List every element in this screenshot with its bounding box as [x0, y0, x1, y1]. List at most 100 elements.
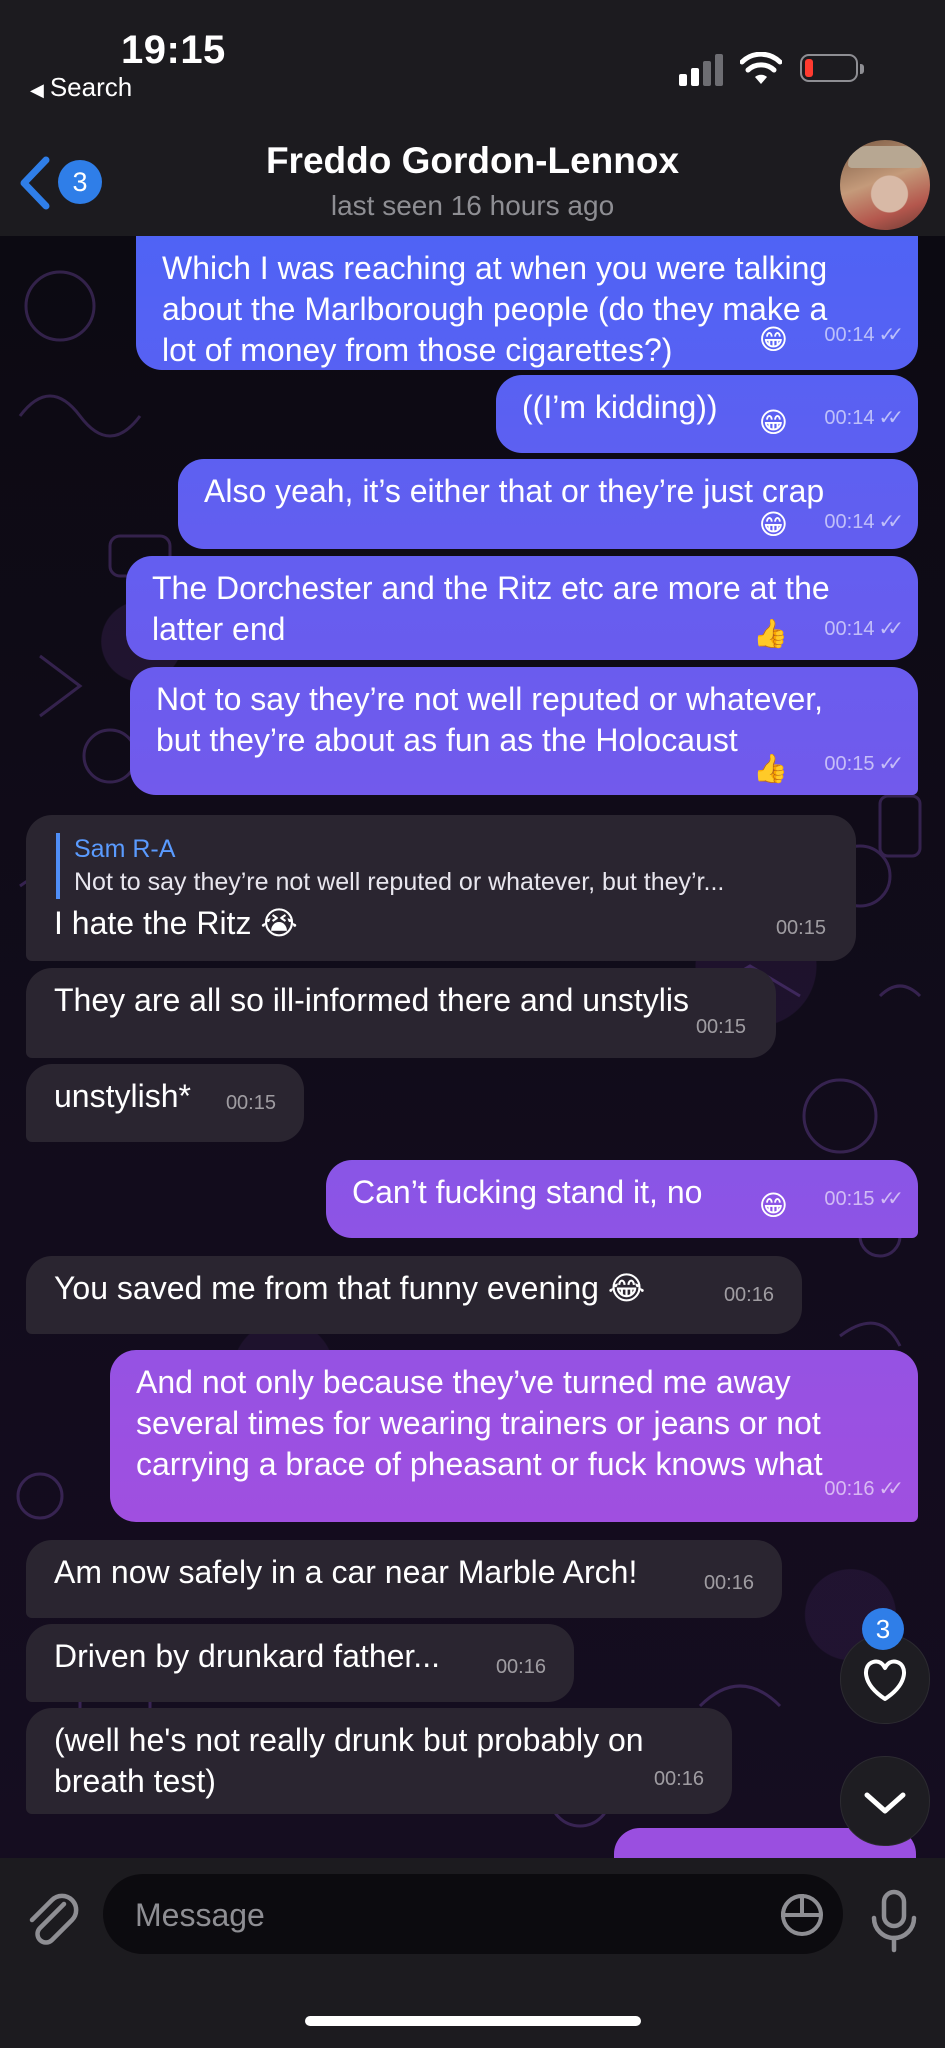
cellular-signal-icon [679, 52, 725, 86]
read-receipt-icon: ✓✓ [878, 511, 903, 533]
message-meta: 00:14 ✓✓ [824, 315, 903, 356]
message-meta: 00:16 [654, 1759, 704, 1800]
message-meta: 00:14 ✓✓ [824, 502, 903, 543]
message-line: ((I’m kidding)) [522, 389, 718, 425]
message-text: ((I’m kidding)) [522, 387, 718, 428]
read-receipt-icon: ✓✓ [878, 618, 903, 640]
incoming-message[interactable]: You saved me from that funny evening 😂 00… [26, 1256, 802, 1334]
message-time: 00:16 [495, 1656, 546, 1678]
message-line: Also yeah, it’s either that or they’re j… [204, 473, 825, 509]
message-reaction[interactable]: 👍 [753, 613, 788, 654]
home-indicator [305, 2016, 641, 2026]
incoming-message[interactable]: unstylish* 00:15 [26, 1064, 304, 1142]
message-meta: 00:15 [226, 1083, 276, 1124]
incoming-message[interactable]: Sam R-A Not to say they’re not well reput… [26, 815, 856, 961]
message-time: 00:16 [653, 1768, 704, 1790]
paperclip-icon[interactable] [24, 1890, 80, 1950]
read-receipt-icon: ✓✓ [878, 753, 903, 775]
message-text: Driven by drunkard father... [54, 1636, 440, 1677]
message-reaction[interactable]: 😁 [759, 319, 788, 360]
back-triangle-icon: ◀ [30, 80, 44, 100]
contact-avatar[interactable] [840, 140, 930, 230]
battery-icon [800, 54, 864, 82]
message-line: Can’t fucking stand it, no [352, 1174, 703, 1210]
message-input[interactable] [133, 1874, 737, 1956]
message-text: Can’t fucking stand it, no [352, 1172, 702, 1213]
message-line: Which I was reaching at when you were ta… [162, 250, 828, 286]
message-text: Not to say they’re not well reputed or w… [156, 679, 823, 761]
message-line: You saved me from that funny evening 😂 [54, 1270, 646, 1306]
message-time: 00:15 [695, 1016, 746, 1038]
message-reaction[interactable]: 😁 [759, 402, 788, 443]
message-meta: 00:14 ✓✓ [824, 609, 903, 650]
message-time: 00:16 [824, 1478, 875, 1500]
input-bar [0, 1858, 945, 2048]
outgoing-message[interactable]: Which I was reaching at when you were ta… [136, 236, 918, 370]
message-time: 00:15 [775, 917, 826, 939]
message-line: Am now safely in a car near Marble Arch! [54, 1554, 638, 1590]
message-time: 00:14 [824, 618, 875, 640]
message-time: 00:14 [824, 407, 875, 429]
message-time: 00:15 [824, 1188, 875, 1210]
message-text: The Dorchester and the Ritz etc are more… [152, 568, 830, 650]
message-line: about the Marlborough people (do they ma… [162, 291, 828, 327]
status-back-link[interactable]: ◀ Search [30, 72, 132, 103]
message-line: The Dorchester and the Ritz etc are more… [152, 570, 830, 606]
outgoing-message[interactable]: Not to say they’re not well reputed or w… [130, 667, 918, 795]
message-time: 00:14 [824, 324, 875, 346]
message-time: 00:14 [824, 511, 875, 533]
outgoing-message[interactable]: And not only because they’ve turned me a… [110, 1350, 918, 1522]
message-text: Which I was reaching at when you were ta… [162, 248, 827, 371]
contact-name[interactable]: Freddo Gordon-Lennox [0, 140, 945, 182]
message-line: I hate the Ritz 😭 [54, 905, 298, 941]
reactions-count-badge: 3 [862, 1608, 904, 1650]
message-meta: 00:16 [496, 1647, 546, 1688]
outgoing-message[interactable]: Can’t fucking stand it, no 😁 00:15 ✓✓ [326, 1160, 918, 1238]
outgoing-message[interactable]: The Dorchester and the Ritz etc are more… [126, 556, 918, 660]
message-reaction[interactable]: 👍 [753, 748, 788, 789]
message-line: They are all so ill-informed there and u… [54, 982, 689, 1018]
reply-author: Sam R-A [74, 835, 176, 863]
incoming-message[interactable]: Am now safely in a car near Marble Arch!… [26, 1540, 782, 1618]
message-meta: 00:14 ✓✓ [824, 398, 903, 439]
outgoing-message[interactable]: Also yeah, it’s either that or they’re j… [178, 459, 918, 549]
top-bar: 19:15 ◀ Search 3 Freddo Gordon-Lennox las… [0, 0, 945, 236]
message-line: And not only because they’ve turned me a… [136, 1364, 791, 1400]
message-text: You saved me from that funny evening 😂 [54, 1268, 645, 1309]
incoming-message[interactable]: (well he's not really drunk but probably… [26, 1708, 732, 1814]
message-reaction[interactable]: 😁 [759, 1185, 788, 1226]
reply-quote[interactable]: Sam R-A Not to say they’re not well reput… [56, 833, 826, 899]
message-text: I hate the Ritz 😭 [54, 903, 298, 944]
microphone-icon[interactable] [866, 1888, 922, 1954]
message-line: carrying a brace of pheasant or fuck kno… [136, 1446, 823, 1482]
message-meta: 00:16 ✓✓ [824, 1469, 903, 1510]
message-meta: 00:16 [724, 1275, 774, 1316]
read-receipt-icon: ✓✓ [878, 324, 903, 346]
incoming-message[interactable]: Driven by drunkard father... 00:16 [26, 1624, 574, 1702]
message-line: lot of money from those cigarettes?) [162, 332, 673, 368]
message-text: They are all so ill-informed there and u… [54, 980, 689, 1021]
incoming-message[interactable]: They are all so ill-informed there and u… [26, 968, 776, 1058]
message-meta: 00:15 ✓✓ [824, 744, 903, 785]
message-text: unstylish* [54, 1076, 191, 1117]
message-line: but they’re about as fun as the Holocaus… [156, 722, 738, 758]
message-text: Am now safely in a car near Marble Arch! [54, 1552, 637, 1593]
message-text: Also yeah, it’s either that or they’re j… [204, 471, 824, 512]
message-text: (well he's not really drunk but probably… [54, 1720, 644, 1802]
reply-text: Not to say they’re not well reputed or w… [74, 868, 725, 896]
wifi-icon [740, 52, 782, 84]
message-time: 00:15 [225, 1092, 276, 1114]
outgoing-message[interactable]: ((I’m kidding)) 😁 00:14 ✓✓ [496, 375, 918, 453]
message-meta: 00:15 [696, 1007, 746, 1048]
message-reaction[interactable]: 😁 [759, 504, 788, 545]
read-receipt-icon: ✓✓ [878, 407, 903, 429]
message-meta: 00:15 ✓✓ [824, 1179, 903, 1220]
message-line: Not to say they’re not well reputed or w… [156, 681, 824, 717]
status-time: 19:15 [121, 28, 226, 72]
message-field[interactable] [103, 1874, 843, 1956]
scroll-down-button[interactable] [840, 1756, 930, 1846]
status-back-label: Search [49, 72, 133, 102]
message-meta: 00:15 [776, 908, 826, 949]
sticker-icon[interactable] [779, 1892, 825, 1938]
message-line: several times for wearing trainers or je… [136, 1405, 821, 1441]
